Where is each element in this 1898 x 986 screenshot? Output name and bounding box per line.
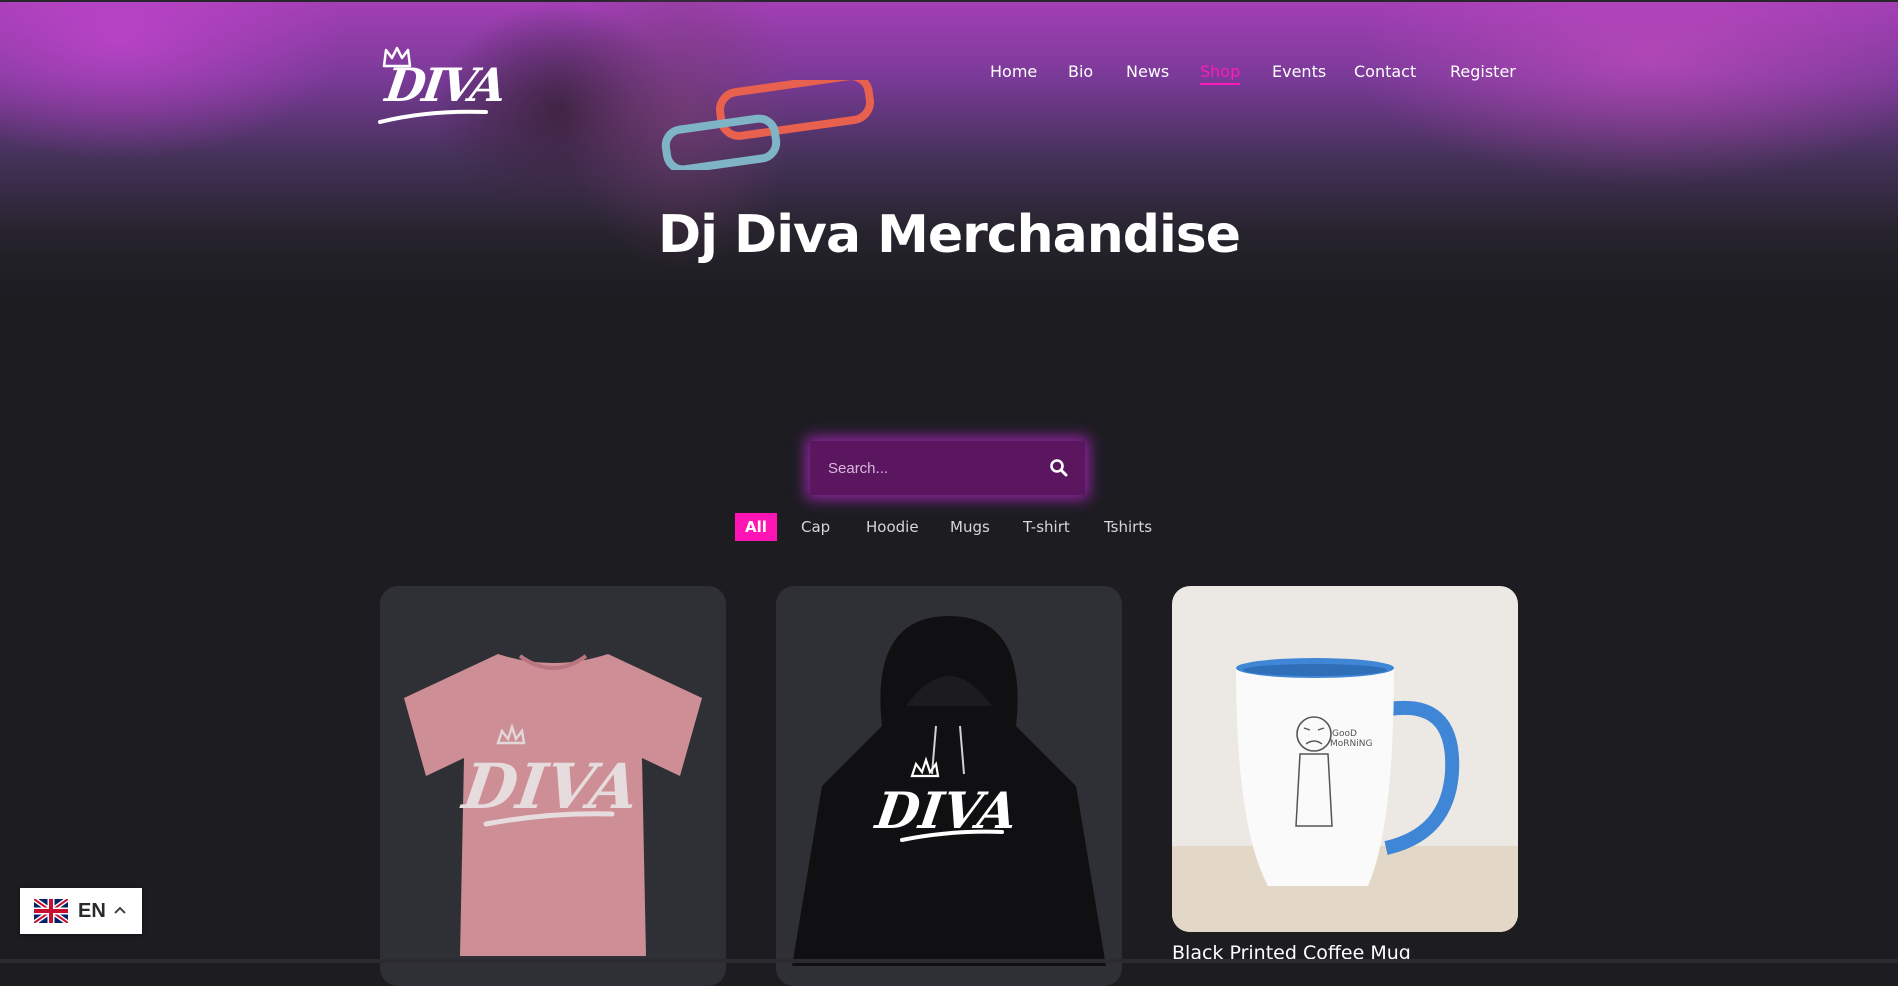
svg-text:MoRNiNG: MoRNiNG <box>1330 739 1372 749</box>
page-title: Dj Diva Merchandise <box>657 205 1241 265</box>
black-hoodie-image: DIVA <box>792 616 1106 966</box>
filter-hoodie[interactable]: Hoodie <box>866 513 919 541</box>
chevron-up-icon <box>114 906 126 914</box>
bottom-scroll-edge <box>0 959 1898 963</box>
category-filters: All Cap Hoodie Mugs T-shirt Tshirts <box>0 513 1898 541</box>
product-card-tshirt[interactable]: DIVA <box>380 586 726 986</box>
top-border <box>0 0 1898 2</box>
product-card-mug[interactable]: GooD MoRNiNG <box>1172 586 1518 932</box>
coffee-mug-image: GooD MoRNiNG <box>1172 658 1518 932</box>
brand-logo-text: DIVA <box>382 58 508 112</box>
language-switcher[interactable]: EN <box>20 888 142 934</box>
filter-cap[interactable]: Cap <box>801 513 830 541</box>
nav-news[interactable]: News <box>1126 62 1169 81</box>
svg-text:GooD: GooD <box>1332 729 1357 739</box>
nav-events[interactable]: Events <box>1272 62 1326 81</box>
nav-contact[interactable]: Contact <box>1354 62 1416 81</box>
product-card-hoodie[interactable]: DIVA <box>776 586 1122 986</box>
logo-underline-swoosh <box>378 109 488 124</box>
language-code: EN <box>78 900 106 922</box>
brand-logo[interactable]: DIVA <box>378 18 507 126</box>
pink-tshirt-image: DIVA <box>404 654 702 956</box>
nav-bio[interactable]: Bio <box>1068 62 1093 81</box>
filter-tshirts[interactable]: Tshirts <box>1104 513 1152 541</box>
filter-mugs[interactable]: Mugs <box>950 513 990 541</box>
search-icon[interactable] <box>1049 458 1069 478</box>
nav-register[interactable]: Register <box>1450 62 1516 81</box>
nav-home[interactable]: Home <box>990 62 1037 81</box>
filter-t-shirt[interactable]: T-shirt <box>1023 513 1070 541</box>
sunglasses-graphic <box>661 80 875 170</box>
svg-text:DIVA: DIVA <box>457 750 643 823</box>
filter-all[interactable]: All <box>735 513 777 541</box>
uk-flag-icon <box>34 899 68 923</box>
nav-shop[interactable]: Shop <box>1200 62 1241 85</box>
search-input[interactable] <box>810 441 1030 495</box>
search-bar <box>810 441 1085 495</box>
